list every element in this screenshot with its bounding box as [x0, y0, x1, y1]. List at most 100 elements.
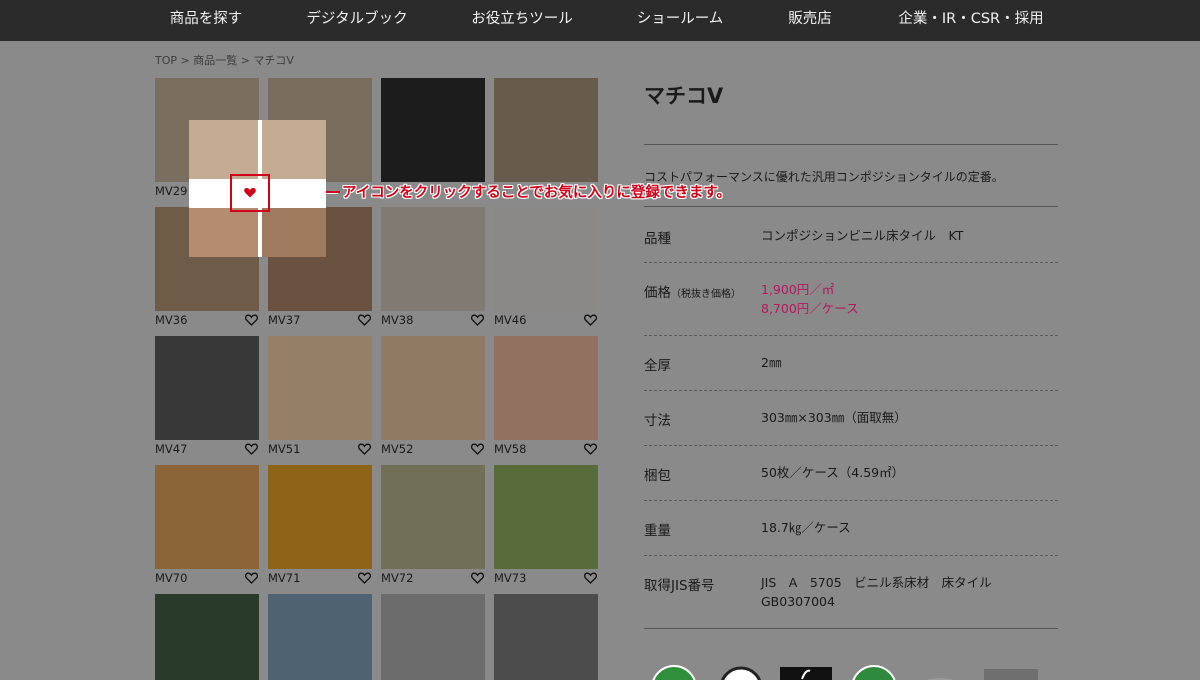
tile-code-label: MV72 [381, 571, 414, 585]
spec-divider [644, 262, 1058, 263]
color-tile[interactable]: MV73 [494, 465, 598, 585]
spec-label-text: 全厚 [644, 358, 671, 374]
tile-code-label: MV52 [381, 442, 414, 456]
favorite-heart-icon[interactable] [471, 314, 484, 326]
spec-label: 寸法 [644, 409, 671, 429]
favorite-heart-icon[interactable] [584, 443, 597, 455]
favorite-heart-icon[interactable] [471, 572, 484, 584]
color-swatch[interactable] [268, 594, 372, 680]
title-divider [644, 144, 1058, 145]
color-tile[interactable]: MV46 [494, 207, 598, 327]
vct-badge-icon [984, 667, 1038, 680]
color-swatch[interactable] [381, 336, 485, 440]
spec-divider [644, 628, 1058, 629]
price-value: 1,900円／㎡ [761, 282, 835, 297]
color-swatch[interactable] [268, 465, 372, 569]
color-tile[interactable] [494, 594, 598, 680]
color-swatch[interactable] [155, 336, 259, 440]
color-tile[interactable]: MV58 [494, 336, 598, 456]
callout-line-accent [326, 191, 340, 193]
spec-value: 50枚／ケース（4.59㎡） [761, 465, 905, 480]
spec-label-text: 取得JIS番号 [644, 578, 715, 594]
color-tile[interactable] [268, 594, 372, 680]
nav-item-tools[interactable]: お役立ちツール [471, 0, 573, 41]
color-tile[interactable]: MV72 [381, 465, 485, 585]
highlight-tile-mv32 [262, 120, 326, 179]
favorite-heart-icon[interactable] [358, 314, 371, 326]
spec-value: 18.7㎏／ケース [761, 520, 851, 535]
spec-value: 303㎜×303㎜（面取無） [761, 410, 907, 425]
favorite-heart-icon[interactable] [358, 572, 371, 584]
color-tile[interactable]: MV47 [155, 336, 259, 456]
color-swatch[interactable] [381, 594, 485, 680]
green-mark-badge-icon [650, 664, 698, 680]
global-nav: 商品を探す デジタルブック お役立ちツール ショールーム 販売店 企業・IR・C… [0, 0, 1200, 41]
spec-label: 全厚 [644, 354, 671, 374]
color-swatch[interactable] [155, 465, 259, 569]
nav-item-digital-book[interactable]: デジタルブック [306, 0, 407, 41]
tile-code-label: MV37 [268, 313, 301, 327]
spec-divider [644, 445, 1058, 446]
spec-label: 重量 [644, 519, 671, 539]
breadcrumb[interactable]: TOP > 商品一覧 > マチコV [155, 52, 294, 68]
tile-code-label: MV51 [268, 442, 301, 456]
favorite-heart-icon[interactable] [471, 443, 484, 455]
spec-value: GB0307004 [761, 594, 835, 609]
color-tile[interactable] [494, 78, 598, 182]
color-swatch[interactable] [381, 207, 485, 311]
color-tile[interactable]: MV52 [381, 336, 485, 456]
color-swatch[interactable] [381, 78, 485, 182]
color-tile[interactable]: MV70 [155, 465, 259, 585]
color-swatch[interactable] [268, 336, 372, 440]
tile-code-label: MV36 [155, 313, 188, 327]
favorite-heart-icon[interactable] [245, 443, 258, 455]
favorite-heart-icon[interactable] [584, 314, 597, 326]
spec-label-text: 寸法 [644, 413, 671, 429]
eco-badge-icon [850, 664, 898, 680]
tile-code-label: MV58 [494, 442, 527, 456]
tile-code-label: MV38 [381, 313, 414, 327]
ecomark-badge-icon [780, 666, 832, 680]
highlight-tile-mv36 [189, 208, 258, 257]
nav-item-showroom[interactable]: ショールーム [637, 0, 724, 41]
spec-value: JIS A 5705 ビニル系床材 床タイル [761, 575, 992, 590]
spec-value: 2㎜ [761, 355, 782, 370]
tile-code-label: MV70 [155, 571, 188, 585]
certification-badge-icon [718, 664, 764, 680]
favorite-filled-heart-icon[interactable] [244, 183, 256, 202]
color-tile[interactable] [155, 594, 259, 680]
color-swatch[interactable] [381, 465, 485, 569]
favorite-heart-icon[interactable] [358, 443, 371, 455]
color-swatch[interactable] [494, 336, 598, 440]
product-description: コストパフォーマンスに優れた汎用コンポジションタイルの定番。 [644, 170, 1004, 184]
color-tile[interactable] [381, 594, 485, 680]
price-value: 8,700円／ケース [761, 301, 859, 316]
color-swatch[interactable] [155, 594, 259, 680]
nav-item-dealers[interactable]: 販売店 [788, 0, 832, 41]
nav-item-corporate[interactable]: 企業・IR・CSR・採用 [898, 0, 1043, 41]
spec-label-text: 品種 [644, 231, 671, 247]
color-tile[interactable]: MV38 [381, 207, 485, 327]
spec-divider [644, 500, 1058, 501]
favorite-heart-icon[interactable] [245, 314, 258, 326]
spec-label: 取得JIS番号 [644, 574, 715, 594]
color-tile[interactable]: MV71 [268, 465, 372, 585]
favorite-heart-icon[interactable] [584, 572, 597, 584]
highlight-tile-mv37 [262, 208, 326, 257]
spec-divider [644, 390, 1058, 391]
tile-code-label: MV71 [268, 571, 301, 585]
spec-label-note: （税抜き価格） [671, 289, 741, 300]
favorite-heart-icon[interactable] [245, 572, 258, 584]
color-swatch[interactable] [494, 207, 598, 311]
spec-divider [644, 555, 1058, 556]
spec-label: 品種 [644, 227, 671, 247]
tile-code-label: MV46 [494, 313, 527, 327]
color-tile[interactable] [381, 78, 485, 182]
color-swatch[interactable] [494, 78, 598, 182]
spec-divider [644, 335, 1058, 336]
nav-item-products[interactable]: 商品を探す [170, 0, 243, 41]
color-swatch[interactable] [494, 594, 598, 680]
color-swatch[interactable] [494, 465, 598, 569]
highlight-tile-mv29 [189, 120, 258, 179]
color-tile[interactable]: MV51 [268, 336, 372, 456]
